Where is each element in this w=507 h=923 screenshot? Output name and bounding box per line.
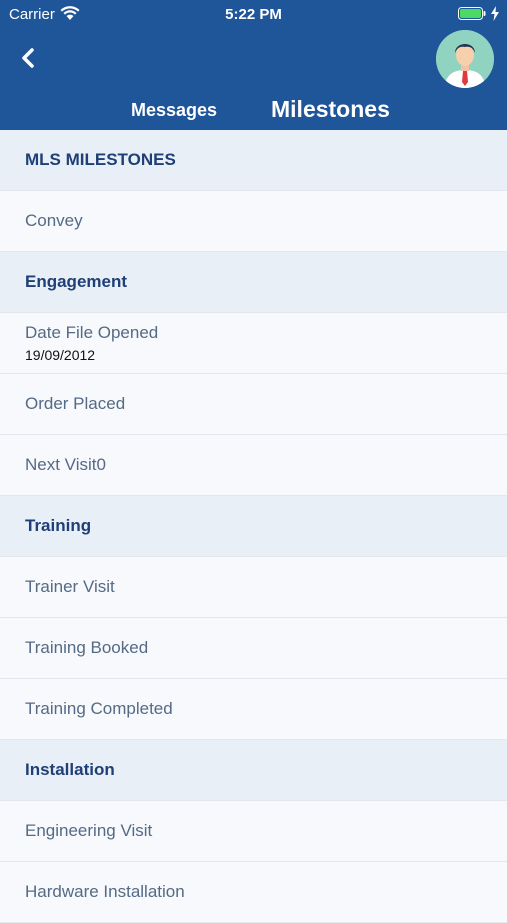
- item-label: Hardware Installation: [25, 882, 185, 901]
- status-bar: Carrier 5:22 PM: [0, 0, 507, 28]
- list-item-hardware-installation[interactable]: Hardware Installation: [0, 862, 507, 923]
- item-label: Convey: [25, 211, 83, 230]
- list-item-date-file-opened[interactable]: Date File Opened 19/09/2012: [0, 313, 507, 374]
- list-item-engineering-visit[interactable]: Engineering Visit: [0, 801, 507, 862]
- app-header: Carrier 5:22 PM Messages Milestones: [0, 0, 507, 130]
- section-label: Training: [25, 516, 92, 535]
- item-value: 19/09/2012: [25, 347, 96, 363]
- item-label: Training Booked: [25, 638, 149, 657]
- tab-milestones[interactable]: Milestones: [271, 96, 390, 123]
- section-header-training: Training: [0, 496, 507, 557]
- section-label: Installation: [25, 760, 115, 779]
- charging-bolt-icon: [491, 6, 499, 21]
- section-label: MLS MILESTONES: [25, 150, 176, 169]
- item-label: Order Placed: [25, 394, 126, 413]
- list-item-convey[interactable]: Convey: [0, 191, 507, 252]
- back-chevron-icon[interactable]: [18, 46, 40, 70]
- status-time: 5:22 PM: [225, 6, 282, 23]
- list-item-order-placed[interactable]: Order Placed: [0, 374, 507, 435]
- user-avatar-icon[interactable]: [436, 30, 494, 88]
- item-label: Next Visit0: [25, 455, 106, 474]
- section-header-mls-milestones: MLS MILESTONES: [0, 130, 507, 191]
- item-label: Date File Opened: [25, 323, 159, 342]
- section-header-engagement: Engagement: [0, 252, 507, 313]
- battery-icon: [458, 7, 486, 20]
- avatar-illustration: [436, 30, 494, 88]
- list-item-next-visit[interactable]: Next Visit0: [0, 435, 507, 496]
- list-item-training-completed[interactable]: Training Completed: [0, 679, 507, 740]
- list-item-trainer-visit[interactable]: Trainer Visit: [0, 557, 507, 618]
- item-label: Engineering Visit: [25, 821, 153, 840]
- section-label: Engagement: [25, 272, 128, 291]
- item-label: Training Completed: [25, 699, 173, 718]
- milestones-list: MLS MILESTONES Convey Engagement Date Fi…: [0, 130, 507, 923]
- list-item-training-booked[interactable]: Training Booked: [0, 618, 507, 679]
- item-label: Trainer Visit: [25, 577, 115, 596]
- section-header-installation: Installation: [0, 740, 507, 801]
- tab-messages[interactable]: Messages: [131, 100, 217, 121]
